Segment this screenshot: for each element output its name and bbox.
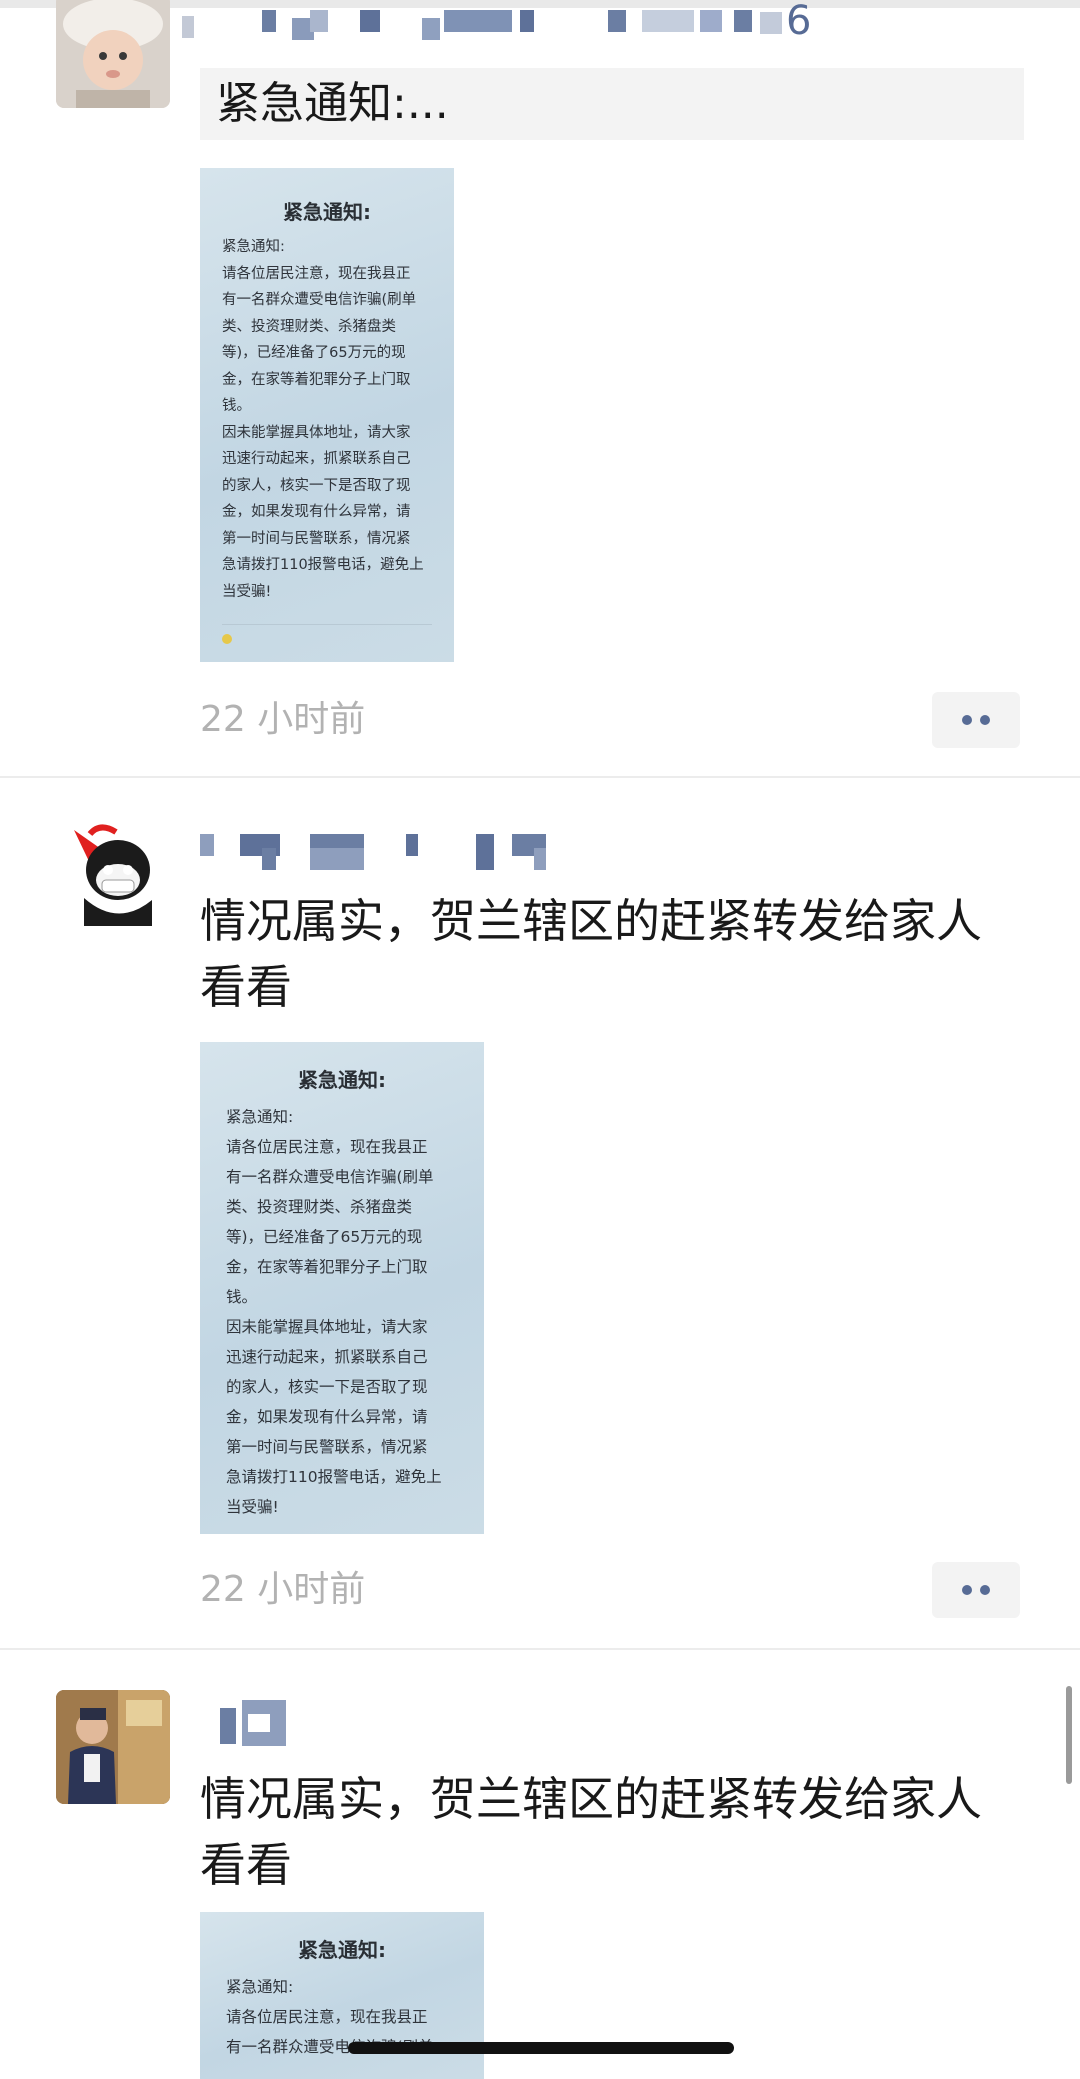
avatar[interactable] xyxy=(56,0,170,108)
moment-post: 6 紧急通知:... 紧急通知: 紧急通知: 请各位居民注意，现在我县正 有一名… xyxy=(0,0,1080,780)
post-text: 情况属实，贺兰辖区的赶紧转发给家人看看 xyxy=(200,1772,982,1892)
more-dots-icon xyxy=(962,1585,972,1595)
notice-source xyxy=(222,634,236,644)
post-divider xyxy=(0,776,1080,778)
source-badge-icon xyxy=(222,634,232,644)
notice-body: 紧急通知: 请各位居民注意，现在我县正 有一名群众遭受电信诈骗(刷单 类、投资理… xyxy=(226,1108,442,1516)
home-indicator[interactable] xyxy=(348,2042,734,2054)
more-dots-icon xyxy=(962,715,972,725)
notice-body: 紧急通知: 请各位居民注意，现在我县正 有一名群众遭受电信诈骗(刷单 类、投资理… xyxy=(222,239,424,600)
moment-post: 情况属实，贺兰辖区的赶紧转发给家人看看 紧急通知: 紧急通知: 请各位居民注意，… xyxy=(0,1650,1080,2079)
notice-image[interactable]: 紧急通知: 紧急通知: 请各位居民注意，现在我县正 有一名群众遭受电信诈骗(刷单… xyxy=(200,168,454,662)
user-name-redacted[interactable]: 6 xyxy=(182,0,840,46)
notice-divider xyxy=(222,624,432,625)
notice-title: 紧急通知: xyxy=(298,1068,386,1092)
avatar[interactable] xyxy=(56,1690,170,1804)
moments-feed: 6 紧急通知:... 紧急通知: 紧急通知: 请各位居民注意，现在我县正 有一名… xyxy=(0,0,1080,2079)
user-name-tail: 6 xyxy=(786,0,812,44)
post-text: 情况属实，贺兰辖区的赶紧转发给家人看看 xyxy=(200,894,982,1014)
user-name-redacted[interactable] xyxy=(200,830,840,876)
user-name-redacted[interactable] xyxy=(200,1700,840,1746)
notice-image[interactable]: 紧急通知: 紧急通知: 请各位居民注意，现在我县正 有一名群众遭受电信诈骗(刷单… xyxy=(200,1042,484,1534)
more-button[interactable] xyxy=(932,692,1020,748)
shared-link-title: 紧急通知:... xyxy=(216,78,449,129)
shared-link-card[interactable]: 紧急通知:... xyxy=(200,68,1024,140)
avatar[interactable] xyxy=(56,818,170,932)
notice-title: 紧急通知: xyxy=(298,1938,386,1962)
post-time: 22 小时前 xyxy=(200,699,366,740)
moment-post: 情况属实，贺兰辖区的赶紧转发给家人看看 紧急通知: 紧急通知: 请各位居民注意，… xyxy=(0,780,1080,1650)
more-button[interactable] xyxy=(932,1562,1020,1618)
post-time: 22 小时前 xyxy=(200,1569,366,1610)
notice-title: 紧急通知: xyxy=(283,200,371,224)
scrollbar[interactable] xyxy=(1066,1686,1072,1784)
